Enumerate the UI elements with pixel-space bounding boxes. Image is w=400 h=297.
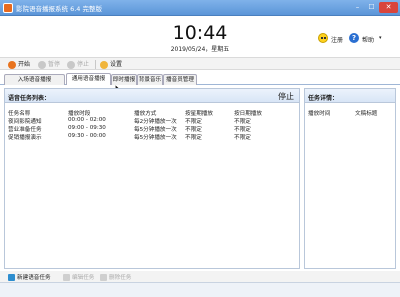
task-date: 不限定 bbox=[234, 127, 251, 133]
stop-label: 停止 bbox=[77, 61, 90, 68]
clock-date: 2019/05/24，星期五 bbox=[170, 46, 230, 53]
task-weekday: 不限定 bbox=[185, 127, 202, 133]
table-row[interactable]: 夜间影院通知 00:00 - 02:00 每2分钟播放一次 不限定 不限定 bbox=[5, 117, 299, 125]
table-row[interactable]: 促销播报演示 09:30 - 00:00 每5分钟播放一次 不限定 不限定 bbox=[5, 133, 299, 141]
task-mode: 每5分钟播放一次 bbox=[134, 127, 177, 133]
tab-general-broadcast[interactable]: 通用语音播报 bbox=[66, 73, 111, 85]
task-date: 不限定 bbox=[234, 119, 251, 125]
tab-bar: 入场语音播报 通用语音播报 即时播报 背景音乐 播音员管理 bbox=[0, 73, 400, 85]
status-bar bbox=[0, 282, 400, 297]
task-detail-title: 任务详情： bbox=[308, 95, 339, 102]
task-list-panel: 语音任务列表： 停止 任务名称 播放时段 播放方式 按星期播放 按日期播放 夜间… bbox=[4, 88, 300, 269]
stop-icon bbox=[67, 60, 75, 69]
col-play-time[interactable]: 播放时间 bbox=[308, 109, 330, 117]
task-date: 不限定 bbox=[234, 135, 251, 141]
minimize-button[interactable]: – bbox=[351, 2, 364, 13]
task-list-title: 语音任务列表： bbox=[8, 95, 51, 102]
smiley-icon[interactable] bbox=[318, 33, 328, 43]
app-icon bbox=[3, 3, 13, 13]
col-play-mode[interactable]: 播放方式 bbox=[134, 109, 156, 117]
edit-task-label: 编辑任务 bbox=[72, 275, 95, 281]
task-name: 促销播报演示 bbox=[8, 135, 42, 141]
register-link[interactable]: 注册 bbox=[331, 35, 343, 44]
new-task-button[interactable]: 新建语音任务 bbox=[8, 273, 51, 281]
pause-label: 暂停 bbox=[48, 61, 61, 68]
task-time: 09:30 - 00:00 bbox=[68, 133, 106, 139]
task-list-header: 语音任务列表： 停止 bbox=[5, 89, 299, 103]
title-bar: 影院语音播报系统 6.4 完整版 – ☐ ✕ bbox=[0, 0, 400, 16]
task-weekday: 不限定 bbox=[185, 119, 202, 125]
table-row[interactable]: 营业准备任务 09:00 - 09:30 每5分钟播放一次 不限定 不限定 bbox=[5, 125, 299, 133]
task-name: 夜间影院通知 bbox=[8, 119, 42, 125]
delete-icon bbox=[100, 274, 107, 281]
toolbar: 开始 暂停 停止 设置 bbox=[0, 57, 400, 70]
tab-instant-broadcast[interactable]: 即时播报 bbox=[111, 74, 137, 85]
task-weekday: 不限定 bbox=[185, 135, 202, 141]
task-detail-panel: 任务详情： 播放时间 文稿标题 bbox=[304, 88, 396, 269]
new-task-label: 新建语音任务 bbox=[17, 275, 51, 281]
help-icon[interactable]: ? bbox=[349, 33, 359, 43]
task-name: 营业准备任务 bbox=[8, 127, 42, 133]
chevron-down-icon[interactable]: ▾ bbox=[379, 35, 382, 41]
task-mode: 每5分钟播放一次 bbox=[134, 135, 177, 141]
task-time: 00:00 - 02:00 bbox=[68, 117, 106, 123]
tab-announcer-management[interactable]: 播音员管理 bbox=[163, 74, 197, 85]
window-title: 影院语音播报系统 6.4 完整版 bbox=[16, 5, 102, 13]
edit-task-button[interactable]: 编辑任务 bbox=[63, 273, 94, 281]
add-icon bbox=[8, 274, 15, 281]
stop-button[interactable]: 停止 bbox=[67, 60, 89, 69]
delete-task-label: 删除任务 bbox=[109, 275, 132, 281]
col-time-range[interactable]: 播放时段 bbox=[68, 109, 90, 117]
col-by-date[interactable]: 按日期播放 bbox=[234, 109, 262, 117]
pause-icon bbox=[38, 60, 46, 69]
play-icon bbox=[8, 60, 16, 69]
col-script-title[interactable]: 文稿标题 bbox=[355, 109, 377, 117]
settings-label: 设置 bbox=[110, 61, 123, 68]
start-button[interactable]: 开始 bbox=[8, 60, 30, 69]
bottom-toolbar: 新建语音任务 编辑任务 删除任务 bbox=[0, 271, 400, 282]
col-task-name[interactable]: 任务名称 bbox=[8, 109, 30, 117]
start-label: 开始 bbox=[18, 61, 31, 68]
settings-icon bbox=[100, 60, 108, 69]
maximize-button[interactable]: ☐ bbox=[365, 2, 378, 13]
playback-status: 停止 bbox=[278, 92, 294, 101]
task-detail-header: 任务详情： bbox=[305, 89, 395, 103]
settings-button[interactable]: 设置 bbox=[100, 60, 122, 69]
col-by-weekday[interactable]: 按星期播放 bbox=[185, 109, 213, 117]
close-button[interactable]: ✕ bbox=[379, 2, 398, 13]
tab-entry-broadcast[interactable]: 入场语音播报 bbox=[4, 74, 65, 85]
tab-background-music[interactable]: 背景音乐 bbox=[137, 74, 163, 85]
help-link[interactable]: 帮助 bbox=[362, 35, 374, 44]
task-time: 09:00 - 09:30 bbox=[68, 125, 106, 131]
task-mode: 每2分钟播放一次 bbox=[134, 119, 177, 125]
toolbar-divider bbox=[95, 60, 96, 69]
pause-button[interactable]: 暂停 bbox=[38, 60, 60, 69]
edit-icon bbox=[63, 274, 70, 281]
delete-task-button[interactable]: 删除任务 bbox=[100, 273, 131, 281]
